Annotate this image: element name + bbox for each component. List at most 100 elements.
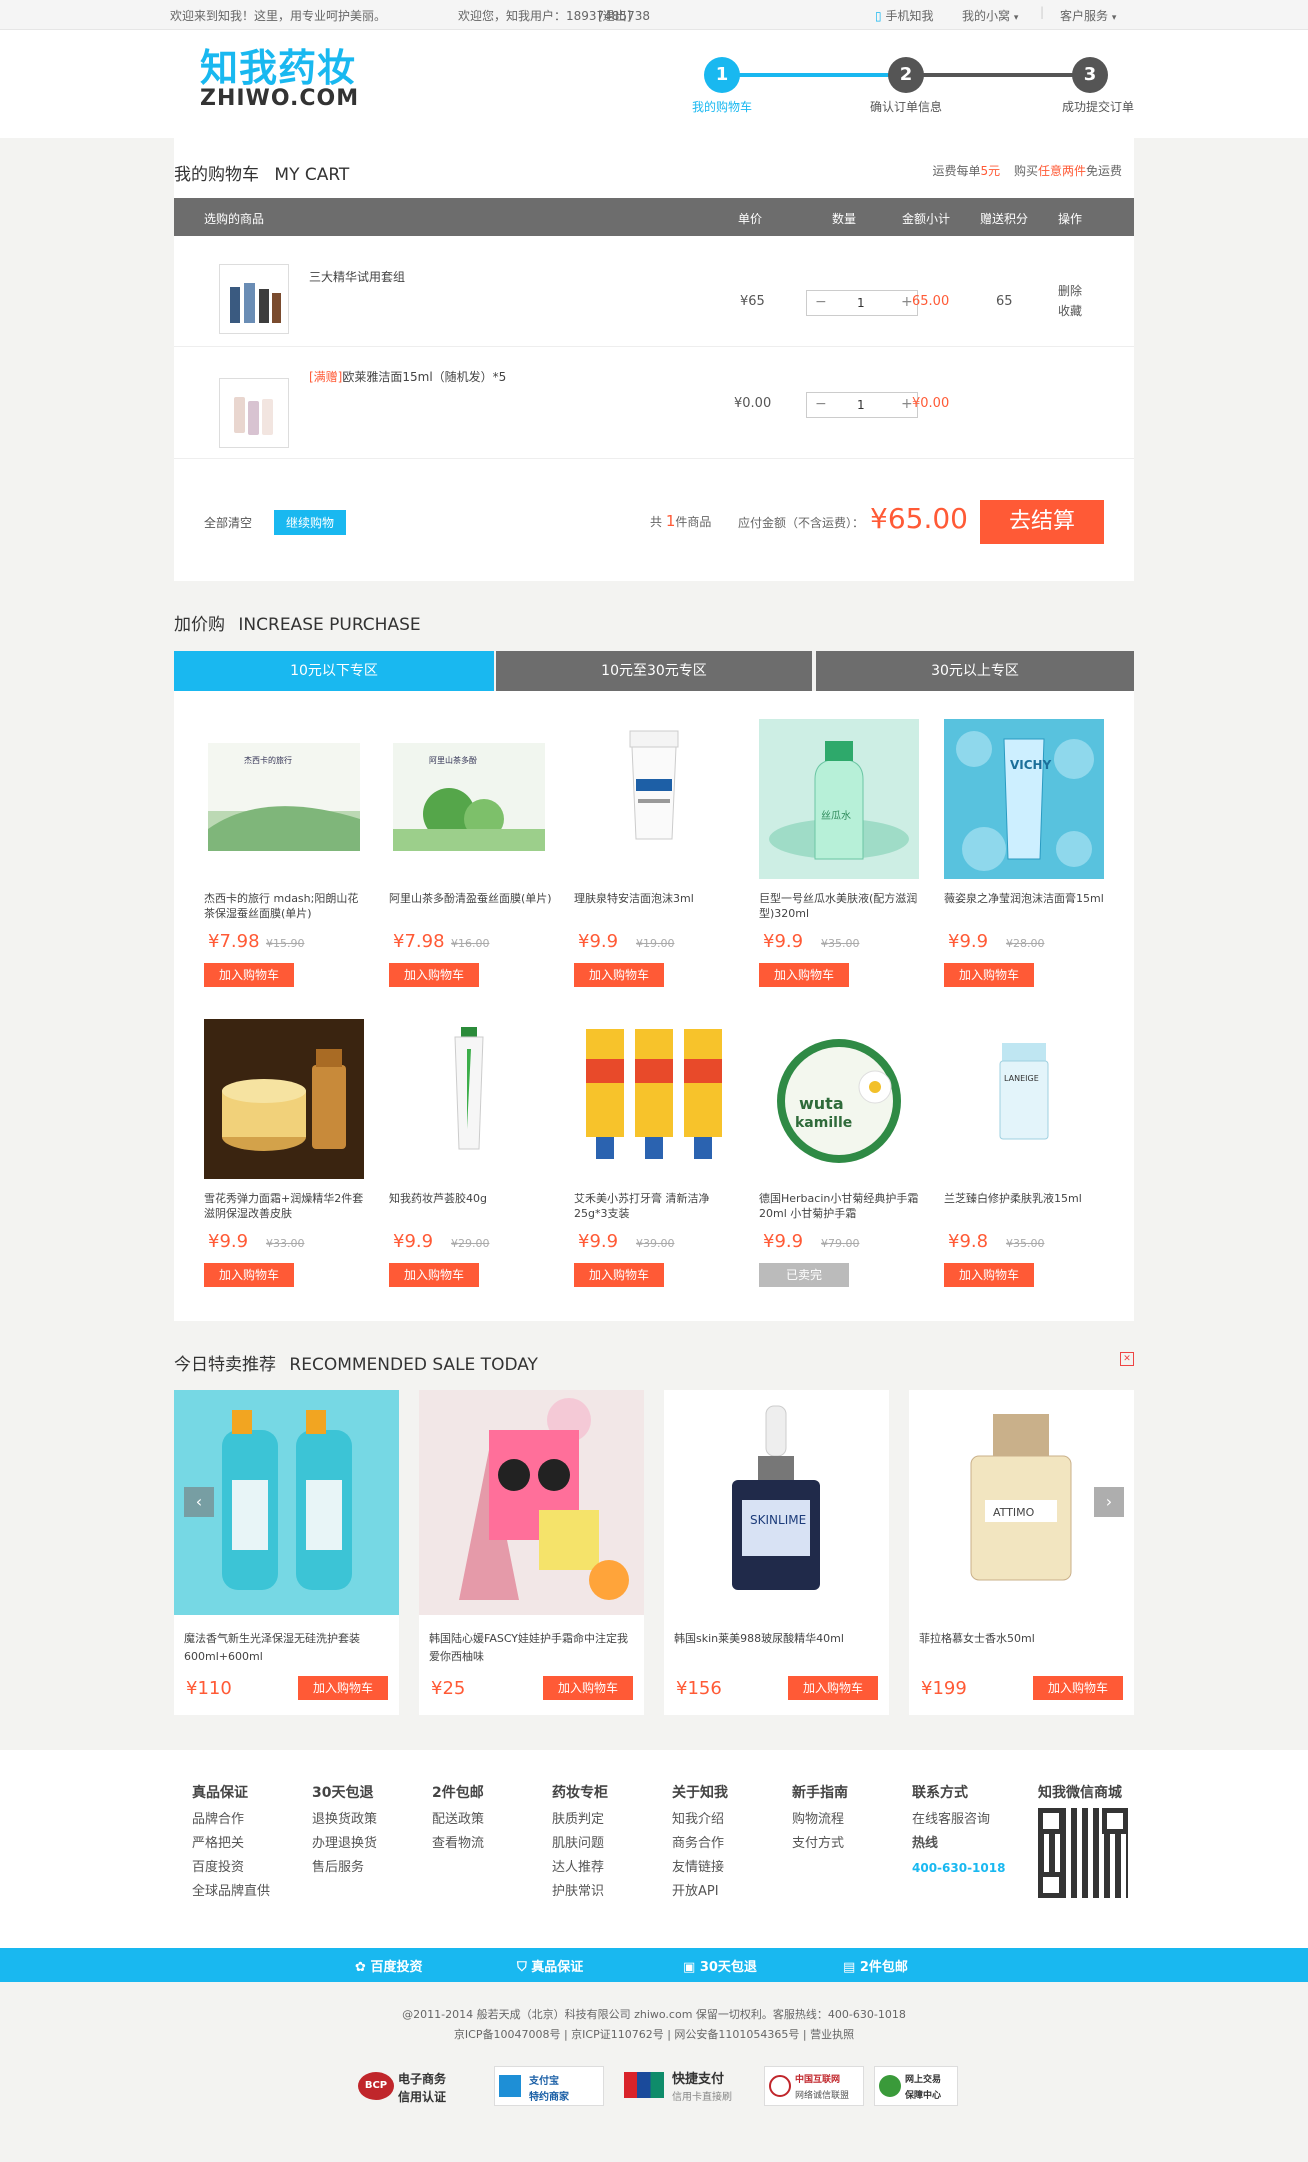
my-nest-menu[interactable]: 我的小窝 ▾	[962, 7, 1018, 24]
add-to-cart-button[interactable]: 加入购物车	[543, 1676, 633, 1700]
product-name[interactable]: 菲拉格慕女士香水50ml	[919, 1630, 1129, 1648]
add-to-cart-button[interactable]: 加入购物车	[944, 963, 1034, 987]
add-to-cart-button[interactable]: 加入购物车	[574, 1263, 664, 1287]
footer-link[interactable]: 肤质判定	[552, 1808, 672, 1832]
product-image[interactable]	[419, 1390, 644, 1615]
product-name[interactable]: 韩国陆心媛FASCY娃娃护手霜命中注定我爱你西柚味	[429, 1630, 639, 1666]
product-thumbnail[interactable]	[219, 264, 289, 334]
footer-link[interactable]: 百度投资	[192, 1856, 312, 1880]
product-image[interactable]: VICHY	[944, 719, 1104, 879]
cert-bcp[interactable]: BCP 电子商务 信用认证	[358, 2066, 468, 2106]
add-to-cart-button[interactable]: 加入购物车	[298, 1676, 388, 1700]
footer-link[interactable]: 知我介绍	[672, 1808, 792, 1832]
clear-cart-link[interactable]: 全部清空	[204, 514, 252, 531]
product-name[interactable]: 魔法香气新生光泽保湿无硅洗护套装600ml+600ml	[184, 1630, 394, 1666]
delete-link[interactable]: 删除	[1058, 282, 1082, 299]
copyright-area: @2011-2014 般若天成（北京）科技有限公司 zhiwo.com 保留一切…	[0, 1982, 1308, 2162]
footer-link[interactable]: 退换货政策	[312, 1808, 432, 1832]
product-image[interactable]: 丝瓜水	[759, 719, 919, 879]
product-image[interactable]	[389, 1019, 549, 1179]
cert-trade[interactable]: 网上交易 保障中心	[874, 2066, 958, 2106]
product-name[interactable]: 韩国skin莱美988玻尿酸精华40ml	[674, 1630, 884, 1648]
footer-link[interactable]: 开放API	[672, 1880, 792, 1904]
footer-link[interactable]: 商务合作	[672, 1832, 792, 1856]
quantity-value[interactable]: 1	[857, 296, 865, 310]
product-name[interactable]: 薇姿泉之净莹润泡沫洁面膏15ml	[944, 891, 1109, 925]
product-name[interactable]: 知我药妆芦荟胶40g	[389, 1191, 554, 1225]
product-image[interactable]	[574, 1019, 734, 1179]
close-ad-icon[interactable]: ✕	[1120, 1352, 1134, 1366]
service-menu[interactable]: 客户服务 ▾	[1060, 7, 1116, 24]
footer-link[interactable]: 达人推荐	[552, 1856, 672, 1880]
cert-unionpay[interactable]: 快捷支付 信用卡直接刷	[624, 2066, 754, 2106]
footer-link[interactable]: 品牌合作	[192, 1808, 312, 1832]
footer-link[interactable]: 购物流程	[792, 1808, 912, 1832]
promo-tag: [满赠]	[309, 370, 343, 384]
add-to-cart-button[interactable]: 加入购物车	[389, 963, 479, 987]
footer-link[interactable]: 在线客服咨询	[912, 1808, 1032, 1832]
tab-under-10[interactable]: 10元以下专区	[174, 651, 494, 691]
carousel-prev-arrow-icon[interactable]: ‹	[184, 1487, 214, 1517]
col-subtotal: 金额小计	[902, 212, 951, 226]
product-image[interactable]: LANEIGE	[944, 1019, 1104, 1179]
cert-integrity[interactable]: 中国互联网 网络诚信联盟	[764, 2066, 864, 2106]
count-suffix: 件商品	[675, 515, 712, 529]
favorite-link[interactable]: 收藏	[1058, 302, 1082, 319]
logout-link[interactable]: [退出]	[598, 7, 631, 24]
product-name[interactable]: 兰芝臻白修护柔肤乳液15ml	[944, 1191, 1109, 1225]
footer-link[interactable]: 肌肤问题	[552, 1832, 672, 1856]
product-old-price: ¥35.00	[821, 937, 860, 950]
footer-link[interactable]: 查看物流	[432, 1832, 552, 1856]
footer-link[interactable]: 全球品牌直供	[192, 1880, 312, 1904]
product-name[interactable]: 巨型一号丝瓜水美肤液(配方滋润型)320ml	[759, 891, 924, 925]
footer-link[interactable]: 严格把关	[192, 1832, 312, 1856]
footer-link[interactable]: 护肤常识	[552, 1880, 672, 1904]
add-to-cart-button[interactable]: 加入购物车	[389, 1263, 479, 1287]
product-name[interactable]: 雪花秀弹力面霜+润燥精华2件套 滋阴保湿改善皮肤	[204, 1191, 369, 1225]
minus-button[interactable]: −	[815, 294, 827, 310]
cert-alipay[interactable]: 支付宝 特约商家	[494, 2066, 604, 2106]
tab-10-30[interactable]: 10元至30元专区	[496, 651, 812, 691]
add-to-cart-button[interactable]: 加入购物车	[1033, 1676, 1123, 1700]
product-name[interactable]: 艾禾美小苏打牙膏 清新洁净25g*3支装	[574, 1191, 739, 1225]
cart-item-name[interactable]: 三大精华试用套组	[309, 268, 405, 285]
logo[interactable]: 知我药妆 ZHIWO.COM	[200, 48, 359, 110]
add-to-cart-button[interactable]: 加入购物车	[204, 1263, 294, 1287]
chevron-down-icon: ▾	[1111, 13, 1117, 23]
continue-shopping-button[interactable]: 继续购物	[274, 510, 347, 535]
product-name[interactable]: 杰西卡的旅行 mdash;阳朗山花茶保湿蚕丝面膜(单片)	[204, 891, 369, 925]
step-progress-line-pending	[904, 73, 1090, 77]
add-to-cart-button[interactable]: 加入购物车	[759, 963, 849, 987]
plus-button[interactable]: +	[901, 294, 913, 310]
carousel-next-arrow-icon[interactable]: ›	[1094, 1487, 1124, 1517]
add-to-cart-button[interactable]: 加入购物车	[204, 963, 294, 987]
add-to-cart-button[interactable]: 加入购物车	[944, 1263, 1034, 1287]
product-image[interactable]: 杰西卡的旅行	[204, 719, 364, 879]
subtotal: ¥0.00	[912, 396, 950, 411]
product-thumbnail[interactable]	[219, 378, 289, 448]
cert-title: 快捷支付	[672, 2072, 725, 2087]
quantity-value[interactable]: 1	[857, 398, 865, 412]
product-image[interactable]	[204, 1019, 364, 1179]
add-to-cart-button[interactable]: 加入购物车	[788, 1676, 878, 1700]
footer-link[interactable]: 友情链接	[672, 1856, 792, 1880]
product-name[interactable]: 德国Herbacin小甘菊经典护手霜20ml 小甘菊护手霜	[759, 1191, 924, 1225]
product-name[interactable]: 阿里山茶多酚清盈蚕丝面膜(单片)	[389, 891, 554, 925]
product-image[interactable]: SKINLIME	[664, 1390, 889, 1615]
mobile-link[interactable]: ▯ 手机知我	[875, 7, 933, 24]
tab-over-30[interactable]: 30元以上专区	[816, 651, 1134, 691]
footer-link[interactable]: 配送政策	[432, 1808, 552, 1832]
footer-link[interactable]: 售后服务	[312, 1856, 432, 1880]
minus-button[interactable]: −	[815, 396, 827, 412]
product-image[interactable]: 阿里山茶多酚	[389, 719, 549, 879]
plus-button[interactable]: +	[901, 396, 913, 412]
product-name[interactable]: 理肤泉特安洁面泡沫3ml	[574, 891, 739, 925]
checkout-button[interactable]: 去结算	[980, 500, 1104, 544]
footer-link[interactable]: 支付方式	[792, 1832, 912, 1856]
product-image[interactable]	[574, 719, 734, 879]
product-image[interactable]: wuta kamille	[759, 1019, 919, 1179]
add-to-cart-button[interactable]: 加入购物车	[574, 963, 664, 987]
cart-item-name-wrap[interactable]: [满赠]欧莱雅洁面15ml（随机发）*5	[309, 368, 506, 385]
footer-link[interactable]: 办理退换货	[312, 1832, 432, 1856]
footer-col: 联系方式 在线客服咨询 热线 400-630-1018	[912, 1782, 1032, 1880]
